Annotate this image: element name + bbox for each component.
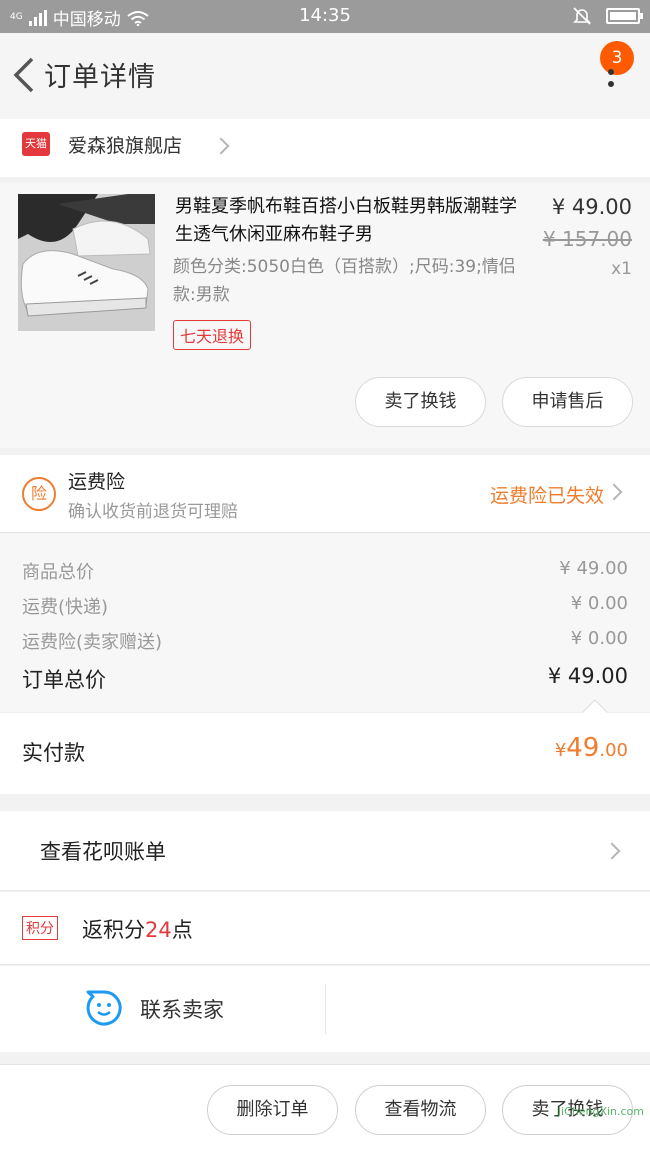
chat-face-icon[interactable] [86,990,122,1026]
actual-payment-label: 实付款 [22,741,85,765]
shop-name[interactable]: 爱森狼旗舰店 [68,131,182,158]
product-price: ¥ 49.00 [551,195,632,219]
delete-order-button[interactable]: 删除订单 [207,1085,338,1135]
points-row: 积分 返积分24点 [0,892,650,965]
points-tag: 积分 [22,916,58,940]
bottom-action-bar: 删除订单 查看物流 卖了换钱 [0,1064,650,1155]
order-total-label: 订单总价 [22,668,106,692]
after-sale-button[interactable]: 申请售后 [502,377,633,427]
summary-label: 运费险(卖家赠送) [22,632,163,653]
huabei-bill-label[interactable]: 查看花呗账单 [40,836,166,866]
summary-value: ¥ 49.00 [559,558,628,579]
status-bar: 4G 中国移动 14:35 [0,0,650,33]
freight-insurance-row[interactable]: 险 运费险 确认收货前退货可理赔 运费险已失效 [0,455,650,533]
product-image[interactable] [18,194,155,331]
product-quantity: x1 [611,259,632,279]
clock: 14:35 [299,5,351,26]
points-value: 24 [145,918,172,942]
contact-seller-label[interactable]: 联系卖家 [140,994,224,1024]
currency-symbol: ¥ [554,740,567,761]
sneaker-image-icon [18,194,155,331]
status-right [572,6,643,26]
chevron-right-icon [212,137,230,155]
summary-label: 商品总价 [22,562,94,583]
battery-icon [606,8,643,24]
product-title[interactable]: 男鞋夏季帆布鞋百搭小白板鞋男韩版潮鞋学生透气休闲亚麻布鞋子男 [175,193,525,249]
tmall-logo-icon: 天猫 [22,132,50,156]
insurance-title: 运费险 [68,471,126,493]
sell-for-cash-button[interactable]: 卖了换钱 [355,377,486,427]
chevron-right-icon [605,483,623,501]
order-total-value: ¥ 49.00 [547,664,628,688]
product-original-price: ¥ 157.00 [542,227,632,251]
notification-badge: 3 [600,41,634,75]
insurance-subtitle: 确认收货前退货可理赔 [68,502,238,522]
actual-payment-value: ¥49.00 [555,733,628,763]
more-menu-icon[interactable] [608,69,616,93]
price-summary: 商品总价 ¥ 49.00 运费(快递) ¥ 0.00 运费险(卖家赠送) ¥ 0… [0,534,650,712]
points-prefix: 返积分 [82,918,145,942]
huabei-bill-row[interactable]: 查看花呗账单 [0,811,650,891]
view-logistics-button[interactable]: 查看物流 [355,1085,486,1135]
actual-payment-row: 实付款 ¥49.00 [0,699,650,794]
divider [325,984,326,1034]
mute-bell-icon [573,7,591,25]
summary-value: ¥ 0.00 [570,593,628,614]
contact-seller-row: 联系卖家 [0,966,650,1052]
back-arrow-icon[interactable] [10,55,36,95]
shop-row[interactable]: 天猫 爱森狼旗舰店 [0,119,650,177]
summary-value: ¥ 0.00 [570,628,628,649]
nav-header: 订单详情 3 [0,33,650,119]
seven-day-return-tag: 七天退换 [173,320,252,350]
product-card[interactable]: 男鞋夏季帆布鞋百搭小白板鞋男韩版潮鞋学生透气休闲亚麻布鞋子男 颜色分类:5050… [0,183,650,448]
product-sku: 颜色分类:5050白色（百搭款）;尺码:39;情侣款:男款 [173,257,516,305]
points-text: 返积分24点 [82,914,193,944]
page-title: 订单详情 [44,62,156,93]
points-suffix: 点 [171,918,193,942]
insurance-status: 运费险已失效 [489,485,604,507]
watermark: JiChengXin.com [557,1105,644,1118]
amount-decimal: .00 [599,740,628,761]
chevron-right-icon [603,842,621,860]
amount-integer: 49 [566,733,600,763]
summary-label: 运费(快递) [22,597,109,618]
insurance-icon: 险 [22,477,56,511]
